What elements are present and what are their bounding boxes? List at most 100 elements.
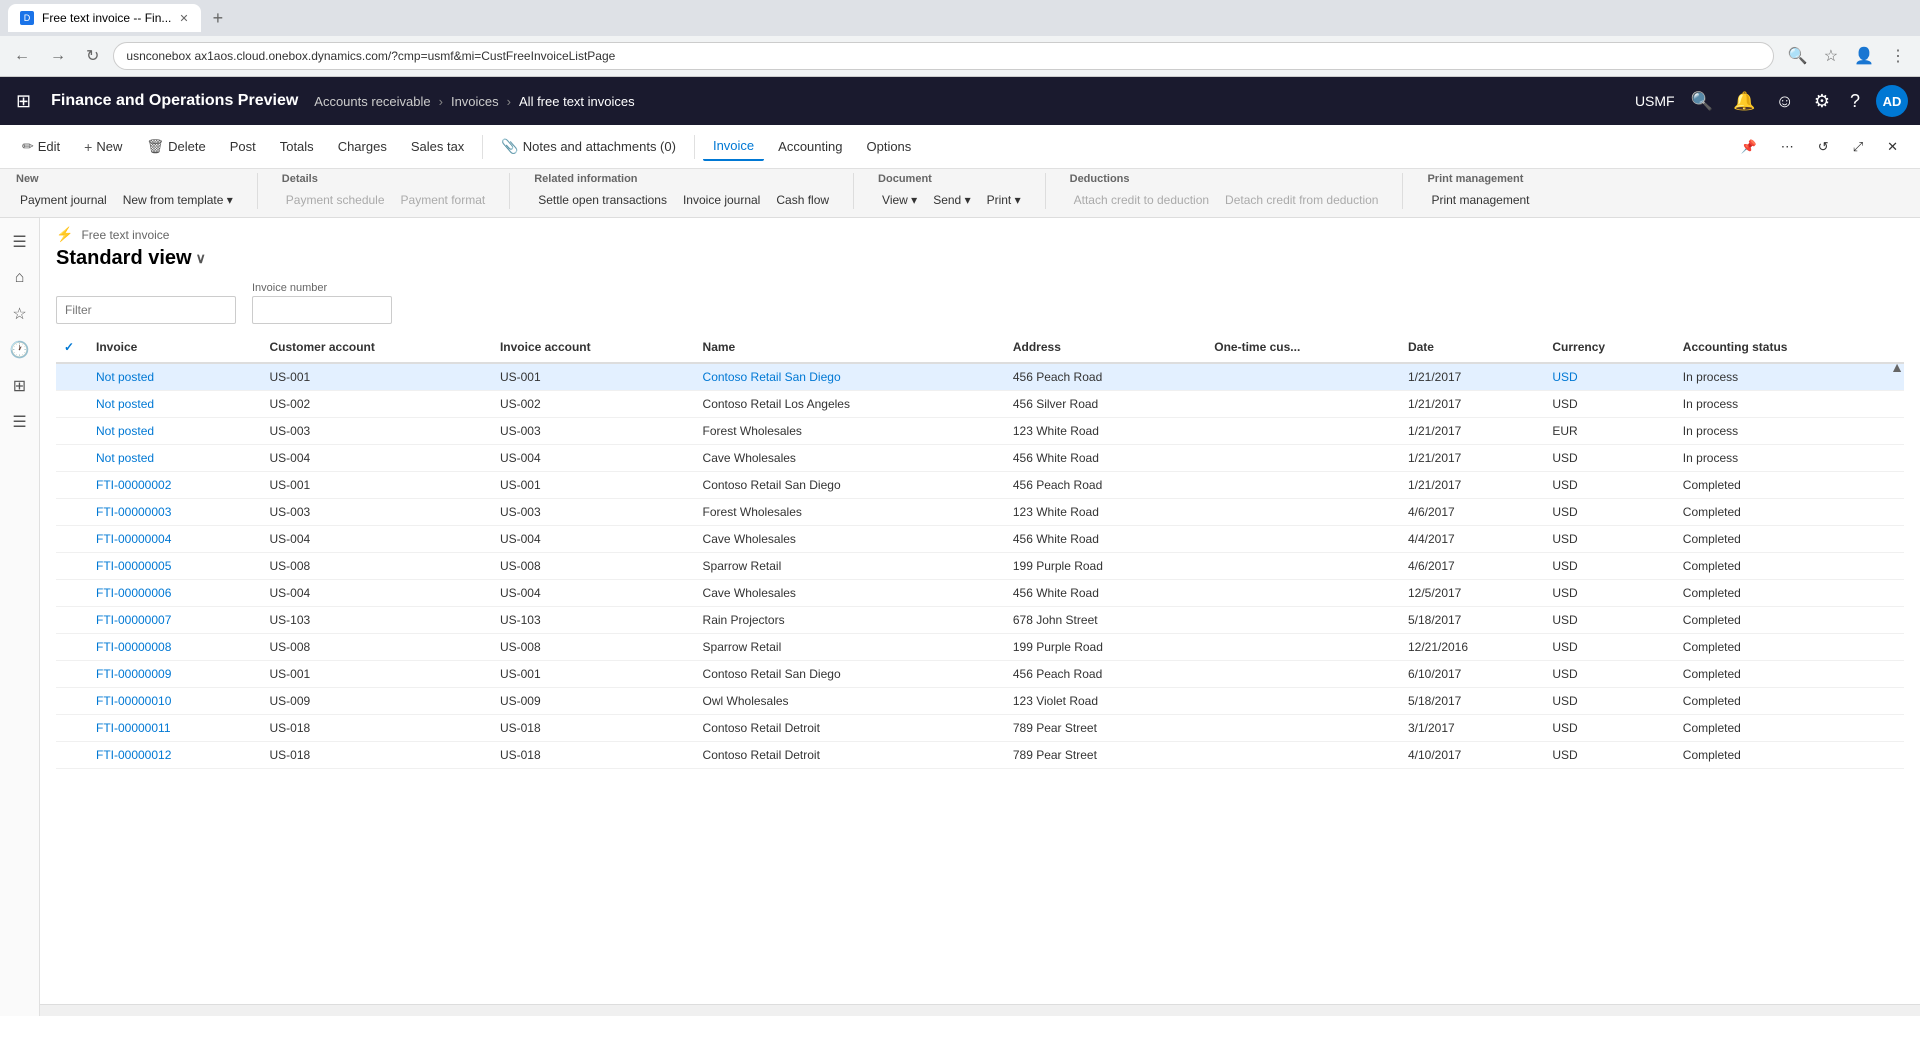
table-row[interactable]: Not postedUS-003US-003Forest Wholesales1… — [56, 418, 1904, 445]
row-checkbox[interactable] — [56, 391, 88, 418]
cell-invoice[interactable]: FTI-00000003 — [88, 499, 262, 526]
cell-invoice[interactable]: Not posted — [88, 418, 262, 445]
filter-icon[interactable]: ⚡ — [56, 226, 73, 243]
cell-invoice[interactable]: FTI-00000005 — [88, 553, 262, 580]
payment-journal-button[interactable]: Payment journal — [16, 191, 111, 209]
table-row[interactable]: FTI-00000006US-004US-004Cave Wholesales4… — [56, 580, 1904, 607]
forward-button[interactable]: → — [44, 43, 72, 69]
table-row[interactable]: FTI-00000007US-103US-103Rain Projectors6… — [56, 607, 1904, 634]
col-name[interactable]: Name — [695, 332, 1005, 363]
row-checkbox[interactable] — [56, 418, 88, 445]
cell-invoice[interactable]: FTI-00000007 — [88, 607, 262, 634]
table-row[interactable]: FTI-00000012US-018US-018Contoso Retail D… — [56, 742, 1904, 769]
cell-invoice[interactable]: FTI-00000011 — [88, 715, 262, 742]
col-address[interactable]: Address — [1005, 332, 1206, 363]
sidebar-workspaces-icon[interactable]: ⊞ — [4, 370, 36, 402]
table-row[interactable]: FTI-00000011US-018US-018Contoso Retail D… — [56, 715, 1904, 742]
delete-button[interactable]: 🗑 Delete — [136, 132, 215, 161]
print-dropdown-button[interactable]: Print ▾ — [983, 191, 1025, 209]
cell-invoice[interactable]: FTI-00000004 — [88, 526, 262, 553]
table-row[interactable]: FTI-00000009US-001US-001Contoso Retail S… — [56, 661, 1904, 688]
row-checkbox[interactable] — [56, 553, 88, 580]
send-dropdown-button[interactable]: Send ▾ — [929, 191, 974, 209]
sidebar-menu-icon[interactable]: ☰ — [4, 226, 36, 258]
sidebar-recent-icon[interactable]: 🕐 — [4, 334, 36, 366]
table-row[interactable]: Not postedUS-002US-002Contoso Retail Los… — [56, 391, 1904, 418]
close-tab-button[interactable]: ✕ — [179, 12, 188, 25]
view-title-dropdown[interactable]: ∨ — [196, 250, 206, 267]
view-dropdown-button[interactable]: View ▾ — [878, 191, 921, 209]
grid-icon[interactable]: ⊞ — [12, 87, 35, 116]
row-checkbox[interactable] — [56, 526, 88, 553]
horizontal-scrollbar[interactable] — [40, 1004, 1920, 1016]
row-checkbox[interactable] — [56, 715, 88, 742]
edit-button[interactable]: ✏ Edit — [12, 132, 70, 161]
col-date[interactable]: Date — [1400, 332, 1544, 363]
invoice-tab[interactable]: Invoice — [703, 132, 764, 161]
address-bar[interactable] — [113, 42, 1773, 70]
cash-flow-button[interactable]: Cash flow — [772, 191, 833, 209]
search-icon[interactable]: 🔍 — [1687, 87, 1717, 116]
avatar[interactable]: AD — [1876, 85, 1908, 117]
table-row[interactable]: FTI-00000005US-008US-008Sparrow Retail19… — [56, 553, 1904, 580]
col-currency[interactable]: Currency — [1544, 332, 1674, 363]
sidebar-star-icon[interactable]: ☆ — [4, 298, 36, 330]
row-checkbox[interactable] — [56, 607, 88, 634]
cell-invoice[interactable]: Not posted — [88, 363, 262, 391]
filter-input[interactable] — [56, 296, 236, 324]
col-invoice[interactable]: Invoice — [88, 332, 262, 363]
table-row[interactable]: FTI-00000010US-009US-009Owl Wholesales12… — [56, 688, 1904, 715]
invoice-journal-button[interactable]: Invoice journal — [679, 191, 764, 209]
profile-button[interactable]: 👤 — [1848, 42, 1880, 70]
row-checkbox[interactable] — [56, 688, 88, 715]
row-checkbox[interactable] — [56, 363, 88, 391]
row-checkbox[interactable] — [56, 661, 88, 688]
cell-invoice[interactable]: FTI-00000010 — [88, 688, 262, 715]
table-container[interactable]: ✓ Invoice Customer account Invoice accou… — [40, 332, 1920, 1004]
row-checkbox[interactable] — [56, 742, 88, 769]
sidebar-home-icon[interactable]: ⌂ — [4, 262, 36, 294]
select-all-checkbox[interactable]: ✓ — [64, 340, 74, 354]
cell-invoice[interactable]: FTI-00000009 — [88, 661, 262, 688]
cell-invoice[interactable]: FTI-00000002 — [88, 472, 262, 499]
table-row[interactable]: FTI-00000002US-001US-001Contoso Retail S… — [56, 472, 1904, 499]
refresh-button[interactable]: ↻ — [80, 42, 105, 70]
row-checkbox[interactable] — [56, 634, 88, 661]
select-all-col[interactable]: ✓ — [56, 332, 88, 363]
cell-invoice[interactable]: Not posted — [88, 391, 262, 418]
smiley-icon[interactable]: ☺ — [1771, 87, 1797, 116]
back-button[interactable]: ← — [8, 43, 36, 69]
table-row[interactable]: Not postedUS-001US-001Contoso Retail San… — [56, 363, 1904, 391]
cell-invoice[interactable]: Not posted — [88, 445, 262, 472]
settle-open-button[interactable]: Settle open transactions — [534, 191, 671, 209]
new-button[interactable]: + New — [74, 133, 132, 161]
table-row[interactable]: Not postedUS-004US-004Cave Wholesales456… — [56, 445, 1904, 472]
breadcrumb-accounts[interactable]: Accounts receivable — [314, 94, 430, 109]
table-row[interactable]: FTI-00000008US-008US-008Sparrow Retail19… — [56, 634, 1904, 661]
settings-icon[interactable]: ⚙ — [1810, 87, 1834, 116]
notifications-icon[interactable]: 🔔 — [1729, 87, 1759, 116]
expand-button[interactable]: ⤢ — [1843, 133, 1873, 161]
more-button[interactable]: ⋯ — [1771, 133, 1804, 161]
row-checkbox[interactable] — [56, 580, 88, 607]
options-tab[interactable]: Options — [856, 133, 921, 160]
totals-button[interactable]: Totals — [270, 133, 324, 160]
col-accounting-status[interactable]: Accounting status — [1675, 332, 1904, 363]
refresh-content-button[interactable]: ↺ — [1808, 133, 1839, 161]
bookmark-button[interactable]: ☆ — [1818, 42, 1844, 70]
col-customer-account[interactable]: Customer account — [262, 332, 492, 363]
accounting-tab[interactable]: Accounting — [768, 133, 852, 160]
table-row[interactable]: FTI-00000004US-004US-004Cave Wholesales4… — [56, 526, 1904, 553]
col-invoice-account[interactable]: Invoice account — [492, 332, 695, 363]
sidebar-list-icon[interactable]: ☰ — [4, 406, 36, 438]
invoice-number-input[interactable] — [252, 296, 392, 324]
new-from-template-button[interactable]: New from template ▾ — [119, 191, 237, 209]
menu-button[interactable]: ⋮ — [1884, 42, 1912, 70]
breadcrumb-invoices[interactable]: Invoices — [451, 94, 499, 109]
row-checkbox[interactable] — [56, 445, 88, 472]
post-button[interactable]: Post — [220, 133, 266, 160]
help-icon[interactable]: ? — [1846, 87, 1864, 116]
charges-button[interactable]: Charges — [328, 133, 397, 160]
table-row[interactable]: FTI-00000003US-003US-003Forest Wholesale… — [56, 499, 1904, 526]
pin-button[interactable]: 📌 — [1731, 133, 1767, 161]
